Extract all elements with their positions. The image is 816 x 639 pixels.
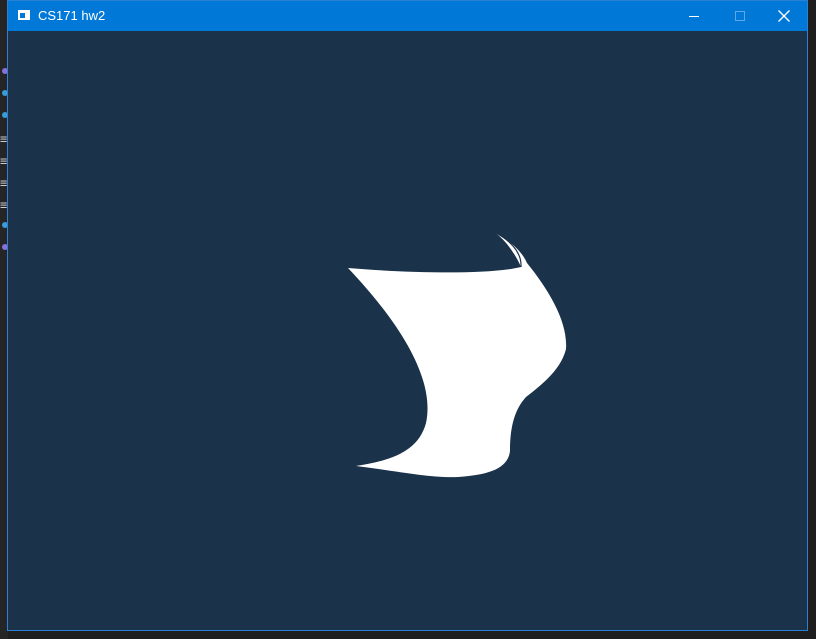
close-button[interactable] — [761, 1, 807, 31]
window-title: CS171 hw2 — [38, 8, 106, 23]
title-bar[interactable]: CS171 hw2 — [8, 1, 807, 31]
app-window-icon — [18, 10, 30, 20]
maximize-button[interactable] — [717, 1, 763, 31]
minimize-button[interactable] — [671, 1, 717, 31]
background-editor-bottom — [8, 631, 816, 639]
rendered-surface — [348, 231, 567, 478]
rendered-shape — [348, 232, 567, 478]
app-window: CS171 hw2 — [7, 0, 808, 631]
render-viewport[interactable] — [8, 31, 807, 630]
background-editor-right — [808, 30, 816, 639]
close-icon — [778, 10, 790, 22]
maximize-icon — [735, 11, 745, 21]
minimize-icon — [689, 16, 699, 17]
